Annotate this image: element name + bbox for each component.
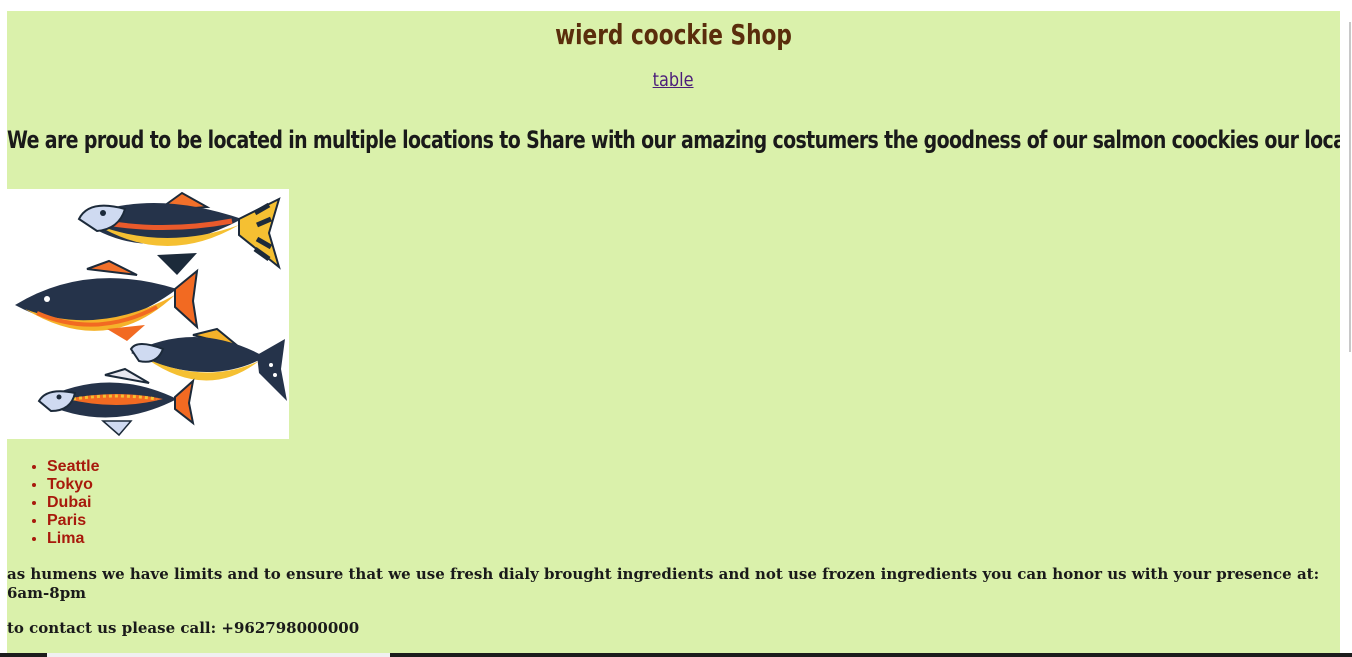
page-title: wierd coockie Shop <box>555 18 792 51</box>
location-item: Paris <box>47 512 99 530</box>
salmon-fish-2 <box>15 259 199 341</box>
location-item: Tokyo <box>47 476 99 494</box>
table-link-container: table <box>7 70 1340 91</box>
location-item: Lima <box>47 530 99 548</box>
opening-hours-note: as humens we have limits and to ensure t… <box>7 565 1320 602</box>
location-item: Seattle <box>47 458 99 476</box>
location-item: Dubai <box>47 494 99 512</box>
locations-list: Seattle Tokyo Dubai Paris Lima <box>7 458 99 548</box>
salmon-fish-4 <box>37 367 195 437</box>
contact-info: to contact us please call: +962798000000 <box>7 619 360 637</box>
salmon-illustration <box>7 189 289 439</box>
intro-heading: We are proud to be located in multiple l… <box>7 126 1340 154</box>
horizontal-scrollbar-thumb[interactable] <box>47 653 390 657</box>
vertical-scrollbar-thumb[interactable] <box>1349 22 1351 352</box>
table-link[interactable]: table <box>653 70 694 91</box>
page-body: wierd coockie Shop table We are proud to… <box>7 11 1340 657</box>
